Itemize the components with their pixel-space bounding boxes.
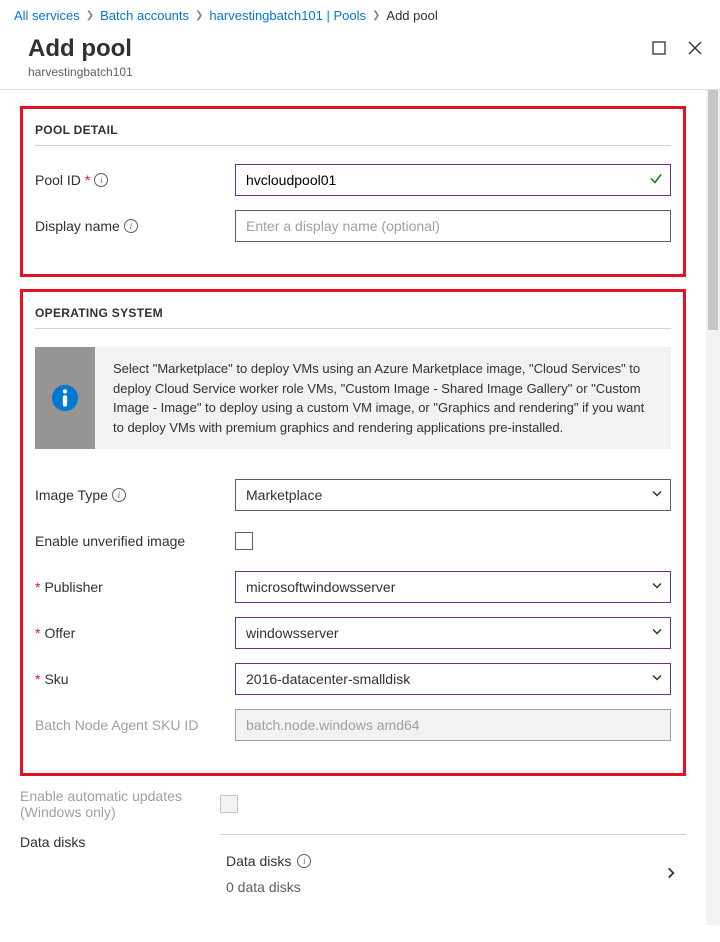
required-asterisk: * [35,625,40,641]
close-button[interactable] [686,39,704,57]
enable-unverified-checkbox[interactable] [235,532,253,550]
restore-window-button[interactable] [650,39,668,57]
breadcrumb-link-batch-accounts[interactable]: Batch accounts [100,8,189,23]
auto-updates-checkbox [220,795,238,813]
publisher-select[interactable]: microsoftwindowsserver [235,571,671,603]
agent-sku-input [235,709,671,741]
section-operating-system: OPERATING SYSTEM Select "Marketplace" to… [20,289,686,776]
required-asterisk: * [35,671,40,687]
chevron-right-icon: ❯ [195,10,203,21]
info-callout: Select "Marketplace" to deploy VMs using… [35,347,671,449]
image-type-select[interactable]: Marketplace [235,479,671,511]
page-subtitle: harvestingbatch101 [28,65,133,79]
chevron-right-icon: ❯ [86,10,94,21]
sku-label: *Sku [35,671,235,687]
agent-sku-label: Batch Node Agent SKU ID [35,717,235,733]
chevron-right-icon [664,866,686,883]
data-disks-label: Data disks [20,834,220,850]
breadcrumb-current: Add pool [386,8,437,23]
info-icon[interactable]: i [124,219,138,233]
enable-unverified-label: Enable unverified image [35,533,235,549]
sku-select[interactable]: 2016-datacenter-smalldisk [235,663,671,695]
info-icon[interactable]: i [112,488,126,502]
checkmark-icon [649,172,663,189]
display-name-label: Display name i [35,218,235,234]
auto-updates-label: Enable automatic updates (Windows only) [20,788,220,820]
image-type-label: Image Type i [35,487,235,503]
data-disks-expand[interactable]: Data disks i 0 data disks [220,834,686,895]
info-icon[interactable]: i [297,854,311,868]
pane-header: Add pool harvestingbatch101 [0,31,720,90]
chevron-right-icon: ❯ [372,10,380,21]
breadcrumb-link-pools[interactable]: harvestingbatch101 | Pools [209,8,366,23]
publisher-label: *Publisher [35,579,235,595]
breadcrumb-link-all-services[interactable]: All services [14,8,80,23]
offer-label: *Offer [35,625,235,641]
page-title: Add pool [28,35,133,63]
required-asterisk: * [85,172,90,188]
offer-select[interactable]: windowsserver [235,617,671,649]
breadcrumb: All services ❯ Batch accounts ❯ harvesti… [0,0,720,31]
info-callout-text: Select "Marketplace" to deploy VMs using… [95,347,671,449]
required-asterisk: * [35,579,40,595]
section-title-pool-detail: POOL DETAIL [35,123,671,146]
info-callout-icon [35,347,95,449]
scrollbar[interactable] [706,90,720,925]
info-icon[interactable]: i [94,173,108,187]
pool-id-input[interactable] [235,164,671,196]
section-title-os: OPERATING SYSTEM [35,306,671,329]
pool-id-label: Pool ID * i [35,172,235,188]
scrollbar-thumb[interactable] [708,90,718,330]
section-pool-detail: POOL DETAIL Pool ID * i Display name i [20,106,686,277]
display-name-input[interactable] [235,210,671,242]
content-area: POOL DETAIL Pool ID * i Display name i [0,90,706,925]
